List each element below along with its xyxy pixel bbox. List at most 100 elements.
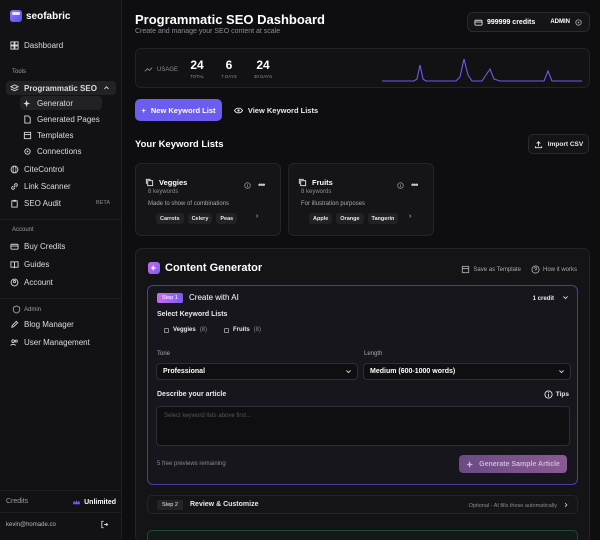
- sidebar-item-label: Programmatic SEO: [24, 83, 97, 93]
- usage-stat: 24 30 DAYS: [253, 58, 273, 79]
- chevron-right-icon[interactable]: ›: [256, 213, 258, 220]
- step-cost[interactable]: 1 credit: [533, 294, 569, 303]
- credits-row: Credits Unlimited: [6, 498, 116, 507]
- new-keyword-list-button[interactable]: + New Keyword List: [135, 99, 222, 121]
- sidebar-item-programmatic-seo[interactable]: Programmatic SEO: [6, 81, 116, 95]
- sidebar-item-label: User Management: [24, 337, 90, 347]
- tone-select[interactable]: Professional: [156, 363, 358, 380]
- keyword-chip: Apple: [309, 213, 333, 224]
- usage-label: USAGE: [144, 65, 178, 74]
- sidebar-item-blog-manager[interactable]: Blog Manager: [6, 317, 116, 331]
- file-icon: [23, 114, 32, 124]
- chevron-right-icon[interactable]: ›: [409, 213, 411, 220]
- keyword-list-checkbox[interactable]: Veggies (8): [164, 327, 207, 333]
- main-content: Programmatic SEO Dashboard Create and ma…: [122, 0, 600, 540]
- step-pill: Step 1: [157, 293, 183, 303]
- step-title: Review & Customize: [190, 501, 259, 508]
- page-subtitle: Create and manage your SEO content at sc…: [135, 28, 281, 35]
- keyword-list-description: Made to show of combinations: [148, 201, 230, 207]
- keyword-list-name: Fruits: [298, 178, 333, 187]
- credits-value: Unlimited: [72, 498, 116, 507]
- length-select[interactable]: Medium (600-1000 words): [363, 363, 571, 380]
- sidebar-item-label: SEO Audit: [24, 198, 61, 208]
- copy-icon: [298, 178, 307, 187]
- step-pill: Step 2: [157, 500, 183, 510]
- sidebar-item-templates[interactable]: Templates: [20, 128, 102, 142]
- sidebar-item-label: CiteControl: [24, 164, 65, 174]
- keyword-chips: Apple Orange Tangerin: [309, 213, 399, 224]
- beta-badge: BETA: [96, 200, 110, 206]
- sidebar-item-label: Dashboard: [24, 40, 64, 50]
- keyword-list-description: For illustration purposes: [301, 201, 366, 207]
- keyword-count: 8 keywords: [148, 189, 179, 195]
- keyword-list-card[interactable]: Fruits 8 keywords For illustration purpo…: [288, 163, 434, 236]
- chevron-down-icon: [562, 294, 569, 303]
- more-options-icon[interactable]: •••: [258, 180, 266, 190]
- tips-button[interactable]: Tips: [544, 390, 569, 399]
- sidebar-item-user-management[interactable]: User Management: [6, 335, 116, 349]
- sidebar-item-generator[interactable]: Generator: [20, 96, 102, 110]
- tone-label: Tone: [157, 351, 171, 357]
- save-as-template-button[interactable]: Save as Template: [461, 265, 521, 274]
- content-generator-title: Content Generator: [148, 262, 262, 274]
- article-description-input[interactable]: Select keyword lists above first...: [156, 406, 570, 446]
- more-options-icon[interactable]: •••: [411, 180, 419, 190]
- credits-label: Credits: [6, 498, 29, 505]
- sparkles-icon: [148, 262, 160, 274]
- sidebar-item-connections[interactable]: Connections: [20, 144, 102, 158]
- shield-icon: [12, 305, 21, 314]
- chevron-down-icon: [345, 368, 352, 377]
- trend-icon: [144, 65, 153, 74]
- pencil-icon: [10, 320, 19, 329]
- chevron-down-icon: [558, 368, 565, 377]
- step-3-panel[interactable]: [147, 530, 578, 540]
- sidebar-item-label: Account: [24, 277, 53, 287]
- logout-button[interactable]: [100, 520, 109, 531]
- user-circle-icon: [10, 278, 19, 287]
- chevron-up-icon: [103, 84, 110, 93]
- sparkles-icon: [466, 460, 475, 469]
- view-keyword-lists-button[interactable]: View Keyword Lists: [230, 99, 322, 121]
- generate-sample-article-button[interactable]: Generate Sample Article: [459, 455, 567, 473]
- sidebar-divider: [0, 512, 122, 513]
- user-email: kevin@homade.co: [6, 522, 56, 528]
- sidebar-item-buy-credits[interactable]: Buy Credits: [6, 239, 116, 253]
- sidebar-item-citecontrol[interactable]: CiteControl: [6, 162, 116, 176]
- layers-icon: [10, 83, 19, 93]
- brand-logo-icon: [10, 10, 22, 22]
- sidebar-divider: [0, 298, 122, 299]
- usage-panel: USAGE 24 TOTAL 6 7 DAYS 24 30 DAYS: [135, 48, 590, 88]
- account-summary[interactable]: 999999 credits ADMIN: [467, 12, 590, 32]
- how-it-works-link[interactable]: How it works: [531, 265, 577, 274]
- usage-stat: 24 TOTAL: [189, 58, 205, 79]
- keyword-list-card[interactable]: Veggies 8 keywords Made to show of combi…: [135, 163, 281, 236]
- sidebar-item-generated-pages[interactable]: Generated Pages: [20, 112, 102, 126]
- info-icon[interactable]: [397, 182, 404, 191]
- step-2-panel[interactable]: Step 2 Review & Customize Optional - AI …: [147, 495, 578, 514]
- section-label-account: Account: [12, 227, 34, 233]
- credit-card-icon: [10, 242, 19, 251]
- keyword-chip: Tangerin: [367, 213, 399, 224]
- sidebar-item-link-scanner[interactable]: Link Scanner: [6, 179, 116, 193]
- sidebar-item-label: Generated Pages: [37, 114, 100, 124]
- crown-icon: [72, 498, 81, 507]
- upload-icon: [534, 140, 543, 149]
- content-generator-panel: Content Generator Save as Template How i…: [135, 248, 590, 540]
- sidebar-item-account[interactable]: Account: [6, 275, 116, 289]
- usage-stat: 6 7 DAYS: [221, 58, 237, 79]
- select-keyword-lists-label: Select Keyword Lists: [157, 311, 228, 318]
- length-label: Length: [364, 351, 383, 357]
- brand-name: seofabric: [26, 10, 71, 22]
- keyword-list-checkbox[interactable]: Fruits (8): [224, 327, 261, 333]
- import-csv-button[interactable]: Import CSV: [528, 134, 589, 154]
- info-icon[interactable]: [244, 182, 251, 191]
- step-1-panel: Step 1 Create with AI 1 credit Select Ke…: [147, 285, 578, 485]
- sidebar-item-seo-audit[interactable]: SEO Audit BETA: [6, 196, 116, 210]
- keyword-chip: Peas: [216, 213, 238, 224]
- sidebar-item-label: Templates: [37, 130, 74, 140]
- sidebar-item-dashboard[interactable]: Dashboard: [6, 38, 116, 52]
- brand[interactable]: seofabric: [10, 10, 70, 22]
- sidebar-item-guides[interactable]: Guides: [6, 257, 116, 271]
- credit-card-icon: [474, 18, 483, 27]
- users-icon: [10, 338, 19, 347]
